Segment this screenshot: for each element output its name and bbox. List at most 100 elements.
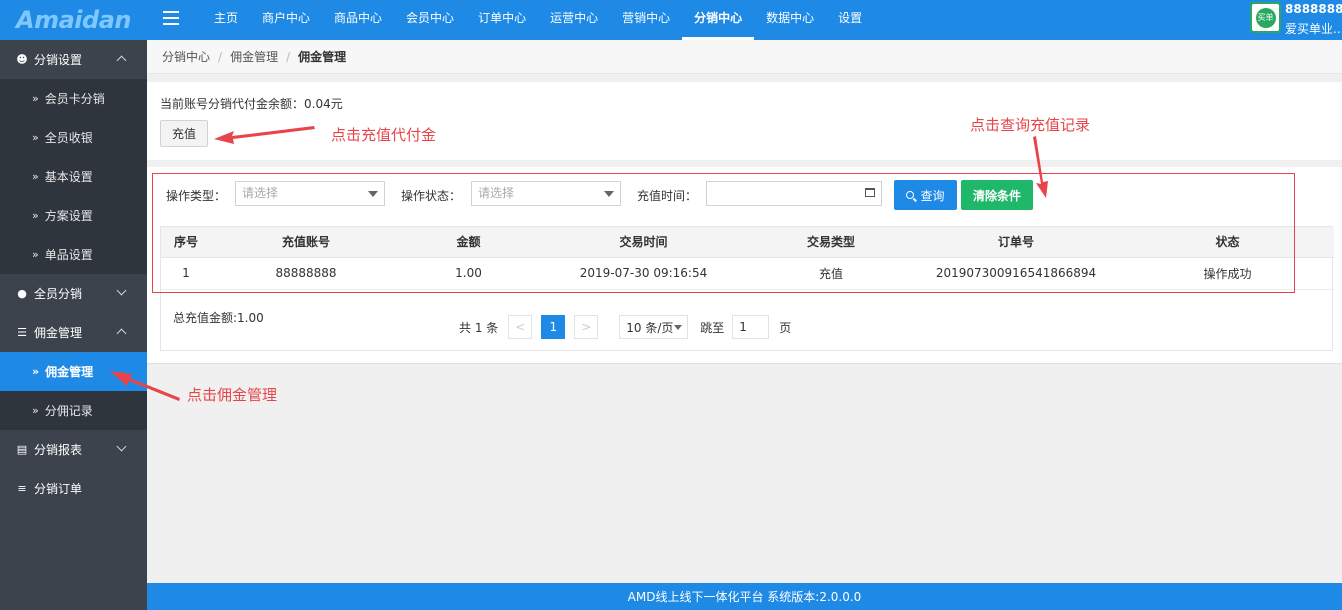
- chevron-down-icon: [116, 285, 127, 296]
- chevron-up-icon: [116, 328, 127, 339]
- nav-data[interactable]: 数据中心: [754, 0, 826, 40]
- sidebar: ☻ 分销设置 » 会员卡分销 » 全员收银 » 基本设置 » 方案设置 » 单品设置 ● …: [0, 40, 147, 610]
- jump-page-input[interactable]: 1: [732, 315, 770, 339]
- pagination: 共 1 条 < 1 > 10 条/页 跳至 1 页: [459, 315, 791, 339]
- nav-settings[interactable]: 设置: [826, 0, 874, 40]
- page-size-select[interactable]: 10 条/页: [619, 315, 689, 339]
- page-1-button[interactable]: 1: [541, 315, 566, 339]
- user-icon: ●: [17, 287, 27, 300]
- sidebar-group-label: 佣金管理: [34, 326, 83, 340]
- table-cell: 充值: [751, 257, 911, 290]
- select-placeholder: 请选择: [478, 186, 515, 200]
- sidebar-item-member-card-distribution[interactable]: » 会员卡分销: [0, 79, 147, 118]
- page-unit-label: 页: [779, 320, 792, 335]
- top-nav: 主页 商户中心 商品中心 会员中心 订单中心 运营中心 营销中心 分销中心 数据…: [202, 0, 874, 40]
- recharge-time-label: 充值时间：: [637, 189, 698, 203]
- table-cell: 操作成功: [1121, 257, 1334, 290]
- operation-status-label: 操作状态：: [401, 189, 462, 203]
- sidebar-item-commission-management[interactable]: » 佣金管理: [0, 352, 147, 391]
- caret-down-icon: [674, 325, 683, 330]
- nav-goods[interactable]: 商品中心: [322, 0, 394, 40]
- sidebar-group-distribution-orders[interactable]: ≡ 分销订单: [0, 469, 147, 508]
- double-chevron-icon: »: [32, 92, 39, 105]
- nav-operation[interactable]: 运营中心: [538, 0, 610, 40]
- operation-status-select[interactable]: 请选择: [471, 181, 621, 206]
- sidebar-item-basic-settings[interactable]: » 基本设置: [0, 157, 147, 196]
- double-chevron-icon: »: [32, 170, 39, 183]
- breadcrumb-item[interactable]: 分销中心: [162, 48, 210, 65]
- query-button-label: 查询: [920, 188, 945, 203]
- breadcrumb-separator: /: [218, 49, 223, 64]
- nav-home[interactable]: 主页: [202, 0, 250, 40]
- operation-type-select[interactable]: 请选择: [235, 181, 385, 206]
- prev-page-button[interactable]: <: [508, 315, 533, 339]
- select-placeholder: 请选择: [242, 186, 279, 200]
- column-header: 序号: [161, 227, 211, 258]
- annotation-query-hint: 点击查询充值记录: [970, 116, 1091, 134]
- table-row: 1 88888888 1.00 2019-07-30 09:16:54 充值 2…: [161, 257, 1334, 290]
- operation-type-label: 操作类型：: [166, 189, 227, 203]
- sidebar-item-label: 佣金管理: [45, 365, 94, 379]
- nav-marketing[interactable]: 营销中心: [610, 0, 682, 40]
- sidebar-group-label: 分销报表: [34, 443, 83, 457]
- footer: AMD线上线下一体化平台 系统版本:2.0.0.0: [147, 583, 1342, 610]
- nav-merchant[interactable]: 商户中心: [250, 0, 322, 40]
- clear-conditions-button[interactable]: 清除条件: [961, 180, 1033, 210]
- column-header: 交易类型: [751, 227, 911, 258]
- total-recharge-amount: 总充值金额:1.00: [173, 311, 264, 325]
- nav-order[interactable]: 订单中心: [466, 0, 538, 40]
- sidebar-item-label: 全员收银: [44, 131, 93, 145]
- sidebar-group-distribution-settings[interactable]: ☻ 分销设置: [0, 40, 147, 79]
- nav-member[interactable]: 会员中心: [394, 0, 466, 40]
- column-header: 状态: [1121, 227, 1334, 258]
- sidebar-group-label: 分销设置: [34, 53, 83, 67]
- table-header-row: 序号 充值账号 金额 交易时间 交易类型 订单号 状态: [161, 227, 1334, 258]
- sidebar-group-label: 全员分销: [34, 287, 83, 301]
- query-button[interactable]: 查询: [894, 180, 957, 210]
- next-page-button[interactable]: >: [574, 315, 599, 339]
- balance-panel: 当前账号分销代付金余额：0.04元 充值: [147, 82, 1342, 160]
- sidebar-item-label: 基本设置: [44, 170, 93, 184]
- user-name: 爱买单业...: [1285, 22, 1342, 36]
- recharge-table: 序号 充值账号 金额 交易时间 交易类型 订单号 状态 1 88888888 1…: [160, 226, 1334, 351]
- table-cell: 1.00: [401, 257, 536, 290]
- recharge-button[interactable]: 充值: [160, 120, 208, 147]
- sidebar-item-commission-records[interactable]: » 分佣记录: [0, 391, 147, 430]
- sidebar-group-label: 分销订单: [34, 482, 83, 496]
- recharge-time-input[interactable]: [706, 181, 882, 206]
- sidebar-item-all-staff-cashier[interactable]: » 全员收银: [0, 118, 147, 157]
- table-cell: 88888888: [211, 257, 401, 290]
- double-chevron-icon: »: [32, 209, 39, 222]
- sidebar-item-product-settings[interactable]: » 单品设置: [0, 235, 147, 274]
- breadcrumb-item[interactable]: 佣金管理: [230, 48, 278, 65]
- sidebar-group-all-staff-distribution[interactable]: ● 全员分销: [0, 274, 147, 313]
- breadcrumb-separator: /: [286, 49, 291, 64]
- sidebar-item-plan-settings[interactable]: » 方案设置: [0, 196, 147, 235]
- column-header: 金额: [401, 227, 536, 258]
- user-menu[interactable]: 买单 88888888 爱买单业...: [1250, 0, 1342, 40]
- avatar[interactable]: 买单: [1250, 2, 1281, 33]
- caret-down-icon: [368, 191, 378, 197]
- double-chevron-icon: »: [32, 131, 39, 144]
- sidebar-item-label: 方案设置: [44, 209, 93, 223]
- pagination-total: 共 1 条: [459, 320, 499, 335]
- sidebar-group-distribution-reports[interactable]: ▤ 分销报表: [0, 430, 147, 469]
- user-id: 88888888: [1285, 2, 1342, 16]
- recharge-records-panel: 操作类型： 请选择 操作状态： 请选择 充值时间： 查询 清除条件 序号 充值账…: [147, 167, 1342, 364]
- chevron-down-icon: [116, 441, 127, 452]
- double-chevron-icon: »: [32, 248, 39, 261]
- menu-toggle-icon[interactable]: [163, 11, 179, 25]
- logo[interactable]: Amaidan: [0, 0, 147, 40]
- column-header: 充值账号: [211, 227, 401, 258]
- caret-down-icon: [604, 191, 614, 197]
- jump-label: 跳至: [700, 320, 725, 335]
- sidebar-item-label: 会员卡分销: [44, 92, 105, 106]
- search-icon: [906, 191, 915, 199]
- breadcrumb-current: 佣金管理: [298, 50, 347, 64]
- nav-distribution[interactable]: 分销中心: [682, 0, 755, 40]
- double-chevron-icon: »: [32, 365, 40, 378]
- calendar-icon: [865, 188, 875, 197]
- top-bar: Amaidan 主页 商户中心 商品中心 会员中心 订单中心 运营中心 营销中心…: [0, 0, 1342, 40]
- sidebar-group-commission[interactable]: ☰ 佣金管理: [0, 313, 147, 352]
- list-icon: ≡: [17, 482, 27, 495]
